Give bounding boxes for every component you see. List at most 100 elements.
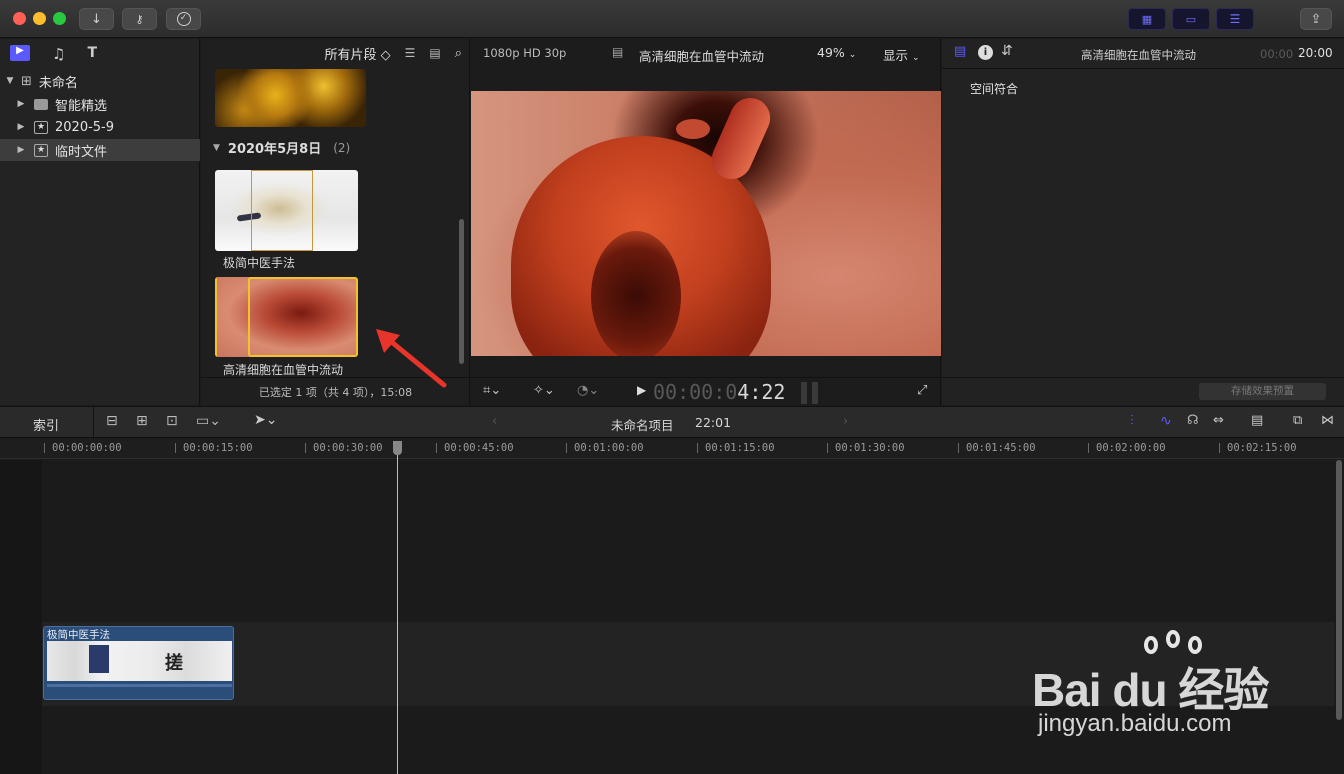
track-gutter bbox=[0, 460, 42, 774]
sidebar-item-event-2020-5-9[interactable]: ▶ ★ 2020-5-9 bbox=[0, 116, 200, 138]
disclosure-open-icon[interactable]: ▼ bbox=[3, 76, 17, 86]
snapping-icon[interactable]: ⇔ bbox=[1213, 413, 1224, 428]
ruler-label: 00:01:30:00 bbox=[835, 442, 905, 454]
divider bbox=[942, 68, 1344, 69]
clip-filter-menu[interactable]: 所有片段 ◇ bbox=[324, 44, 390, 63]
project-name: 未命名项目 bbox=[611, 418, 674, 433]
ruler-label: 00:00:00:00 bbox=[52, 442, 122, 454]
viewer-controls: ⌗⌄ ✧⌄ ◔⌄ ▶ 00:00:04:22 ⤢ bbox=[471, 377, 941, 405]
connect-clip-icon[interactable]: ⊟ bbox=[106, 413, 118, 429]
timeline-icon: ▭ bbox=[1185, 12, 1197, 26]
photos-audio-tab-icon[interactable]: ♫ bbox=[52, 45, 65, 63]
disclosure-closed-icon[interactable]: ▶ bbox=[14, 99, 28, 109]
library-icon: ⊞ bbox=[21, 73, 32, 89]
video-inspector-tab-icon[interactable]: ▤ bbox=[954, 44, 966, 59]
disclosure-open-icon[interactable]: ▼ bbox=[213, 143, 220, 153]
browser-header: 所有片段 ◇ ☰ ▤ ⌕ bbox=[201, 39, 470, 67]
clip-name: 高清细胞在血管中流动 bbox=[223, 363, 344, 377]
transitions-browser-icon[interactable]: ⋈ bbox=[1321, 413, 1334, 428]
browser-scrollbar[interactable] bbox=[459, 219, 464, 364]
display-menu[interactable]: 显示 ⌄ bbox=[883, 45, 920, 64]
viewer-clip-title: 高清细胞在血管中流动 bbox=[639, 49, 765, 64]
playhead-handle[interactable] bbox=[393, 441, 402, 455]
share-button[interactable]: ⇪ bbox=[1300, 8, 1332, 30]
show-timeline-toggle[interactable]: ▭ bbox=[1172, 8, 1210, 30]
show-inspector-toggle[interactable]: ☰ bbox=[1216, 8, 1254, 30]
sidebar-item-label: 临时文件 bbox=[55, 144, 108, 160]
watermark-url: jingyan.baidu.com bbox=[1038, 710, 1232, 737]
library-name: 未命名 bbox=[38, 75, 78, 91]
book-cover-shape bbox=[89, 645, 109, 673]
fullscreen-icon[interactable]: ⤢ bbox=[917, 383, 927, 398]
clip-appearance-icon[interactable]: ▤ bbox=[1251, 413, 1263, 428]
ruler-label: 00:01:45:00 bbox=[966, 442, 1036, 454]
audio-meter-left bbox=[801, 382, 807, 404]
video-canvas[interactable] bbox=[471, 91, 941, 356]
clip-appearance-icon[interactable]: ☰ bbox=[405, 46, 416, 60]
background-tasks-button[interactable]: ✓ bbox=[166, 8, 201, 30]
waveform-icon[interactable]: ∿ bbox=[1160, 413, 1172, 429]
play-icon[interactable]: ▶ bbox=[637, 383, 646, 397]
sidebar-item-temp-files[interactable]: ▶ ★ 临时文件 bbox=[0, 139, 200, 161]
keyword-button[interactable]: ⚷ bbox=[122, 8, 157, 30]
forward-nav-icon[interactable]: › bbox=[843, 414, 848, 429]
show-browser-toggle[interactable]: ▦ bbox=[1128, 8, 1166, 30]
filmstrip-icon[interactable]: ▤ bbox=[429, 46, 440, 60]
save-effects-preset-button[interactable]: 存储效果预置 bbox=[1199, 383, 1326, 400]
duration-value: 20:00 bbox=[1298, 46, 1333, 60]
playhead[interactable] bbox=[397, 441, 398, 774]
cell-shadow-shape bbox=[591, 231, 681, 356]
checkmark-circle-icon: ✓ bbox=[176, 12, 191, 26]
overwrite-clip-icon[interactable]: ▭⌄ bbox=[196, 413, 221, 429]
disclosure-closed-icon[interactable]: ▶ bbox=[14, 122, 28, 132]
small-cell-shape bbox=[676, 119, 710, 139]
insert-clip-icon[interactable]: ⊞ bbox=[136, 413, 148, 429]
key-icon: ⚷ bbox=[135, 12, 144, 26]
inspector: ▤ i ⇵ 高清细胞在血管中流动 00:00 20:00 空间符合 存储效果预置 bbox=[942, 39, 1344, 405]
zoom-window-button[interactable] bbox=[53, 12, 66, 25]
sidebar-item-label: 智能精选 bbox=[55, 98, 108, 114]
audio-skimming-icon[interactable]: ⫶ bbox=[1130, 413, 1134, 429]
sidebar-item-smart-collections[interactable]: ▶ 智能精选 bbox=[0, 93, 200, 115]
small-cell-shape bbox=[705, 91, 777, 186]
clip-thumbnail-partial[interactable] bbox=[215, 69, 366, 127]
download-arrow-icon: ↓ bbox=[91, 11, 102, 27]
zoom-value: 49% bbox=[817, 45, 845, 60]
headphones-icon[interactable]: ☊ bbox=[1187, 413, 1199, 428]
ruler-label: 00:01:15:00 bbox=[705, 442, 775, 454]
retime-speedometer-icon[interactable]: ◔⌄ bbox=[577, 383, 599, 398]
calligraphy-glyph: 搓 bbox=[165, 653, 183, 674]
audio-waveform-bar bbox=[47, 684, 232, 687]
disclosure-closed-icon[interactable]: ▶ bbox=[14, 145, 28, 155]
group-count: (2) bbox=[333, 140, 351, 155]
search-icon[interactable]: ⌕ bbox=[455, 46, 462, 61]
timeline-scrollbar[interactable] bbox=[1336, 460, 1342, 720]
sidebar-tabs: ▶ ♫ T bbox=[10, 45, 97, 63]
clip-thumbnail[interactable] bbox=[215, 170, 358, 251]
timeline-clip[interactable]: 极简中医手法 搓 bbox=[43, 626, 234, 700]
effects-browser-icon[interactable]: ⧉ bbox=[1293, 413, 1302, 428]
share-inspector-icon[interactable]: ⇵ bbox=[1001, 43, 1013, 59]
libraries-tab-icon[interactable]: ▶ bbox=[10, 45, 30, 61]
append-clip-icon[interactable]: ⊡ bbox=[166, 413, 178, 429]
zoom-menu[interactable]: 49% ⌄ bbox=[817, 45, 856, 60]
enhance-wand-icon[interactable]: ✧⌄ bbox=[533, 383, 555, 398]
close-window-button[interactable] bbox=[13, 12, 26, 25]
crop-icon[interactable]: ⌗⌄ bbox=[483, 383, 501, 398]
ruler-label: 00:00:30:00 bbox=[313, 442, 383, 454]
minimize-window-button[interactable] bbox=[33, 12, 46, 25]
inspector-title: 高清细胞在血管中流动 bbox=[1081, 48, 1196, 62]
library-sidebar: ▶ ♫ T ▼ ⊞ 未命名 ▶ 智能精选 ▶ ★ 2020-5-9 ▶ ★ 临时… bbox=[0, 39, 200, 405]
select-tool-icon[interactable]: ➤⌄ bbox=[254, 412, 277, 428]
library-row[interactable]: ▼ ⊞ 未命名 bbox=[0, 70, 200, 92]
clip-thumbnail-selected[interactable] bbox=[215, 277, 358, 357]
info-icon[interactable]: i bbox=[978, 45, 993, 60]
chevron-down-icon: ⌄ bbox=[912, 53, 920, 63]
baidu-watermark: Bai du 经验 jingyan.baidu.com bbox=[1032, 626, 1322, 746]
titles-generators-tab-icon[interactable]: T bbox=[87, 45, 97, 63]
index-button[interactable]: 索引 bbox=[33, 415, 59, 434]
import-button[interactable]: ↓ bbox=[79, 8, 114, 30]
timecode-display[interactable]: 00:00:04:22 bbox=[653, 380, 785, 404]
back-nav-icon[interactable]: ‹ bbox=[492, 414, 497, 429]
timeline-ruler[interactable]: 00:00:00:00 00:00:15:00 00:00:30:00 00:0… bbox=[0, 439, 1344, 459]
